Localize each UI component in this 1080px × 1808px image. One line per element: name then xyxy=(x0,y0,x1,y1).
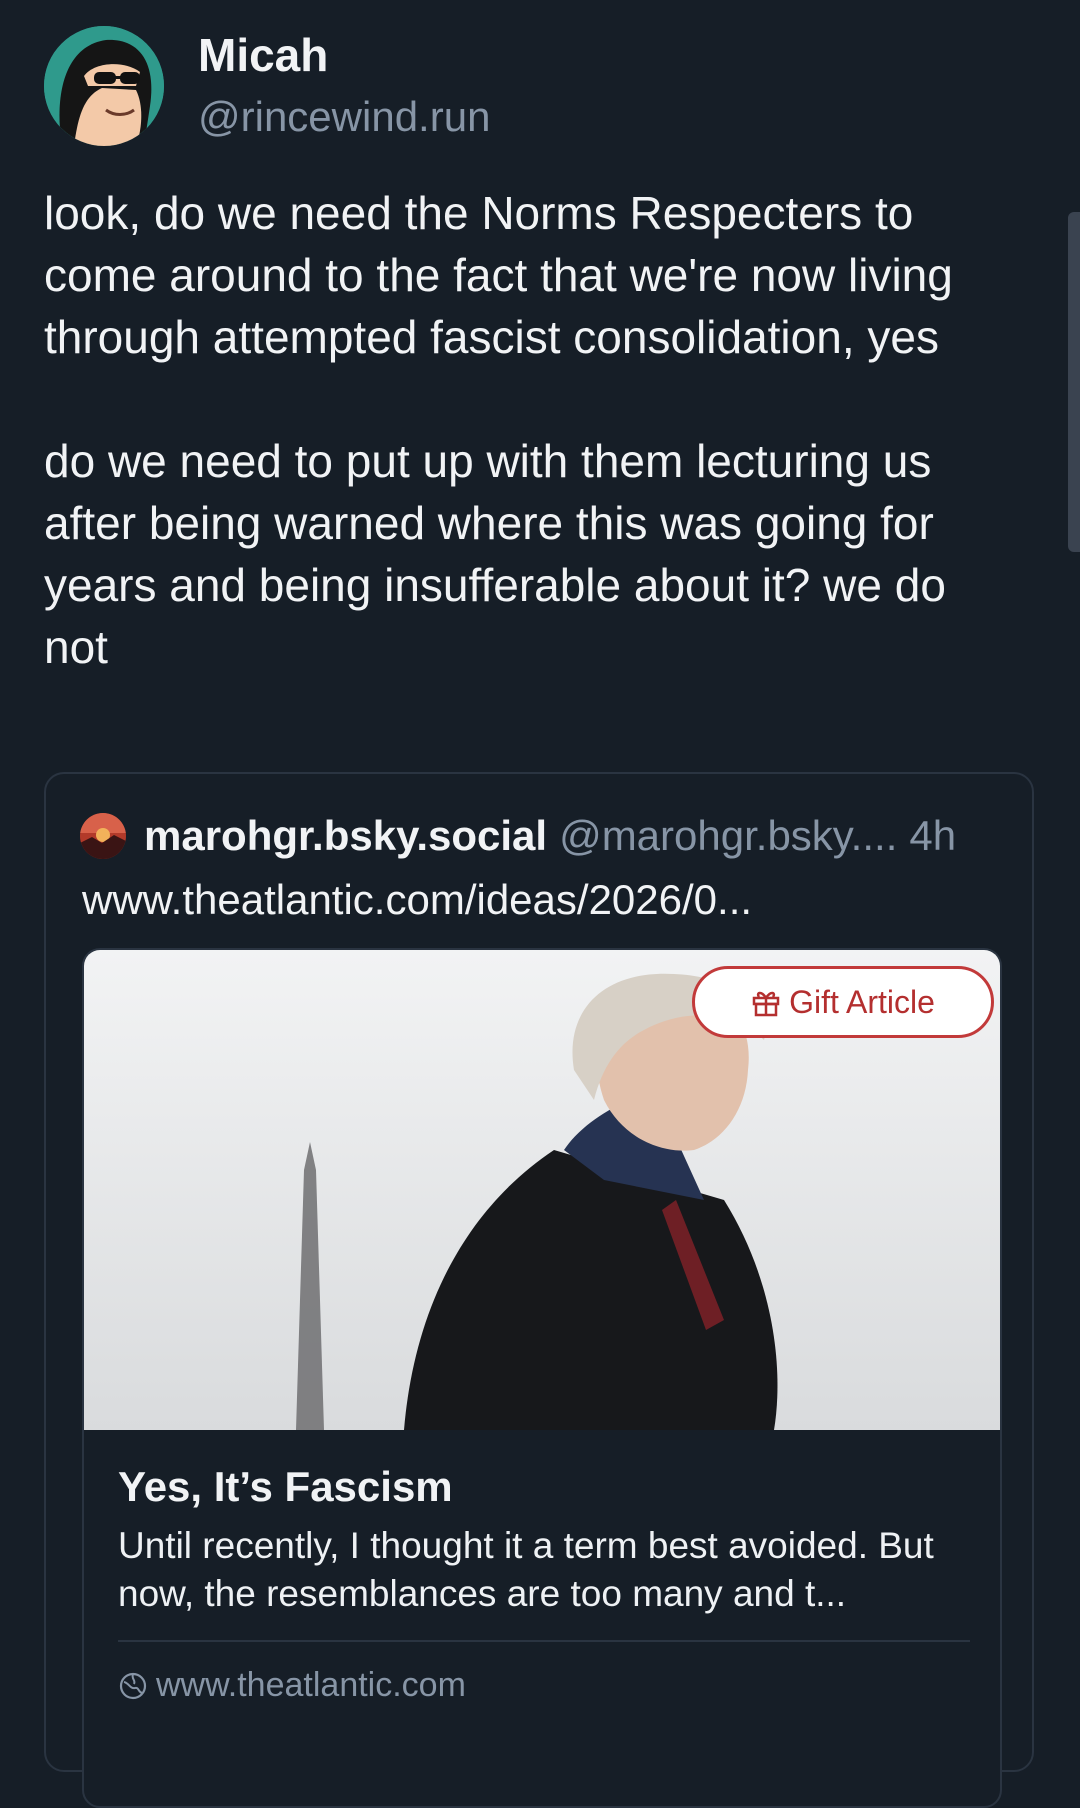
scrollbar[interactable] xyxy=(1068,212,1080,552)
article-description: Until recently, I thought it a term best… xyxy=(118,1525,934,1614)
article-title: Yes, It’s Fascism xyxy=(118,1463,453,1510)
globe-icon xyxy=(119,1672,147,1699)
post-header: Micah @rincewind.run xyxy=(44,26,490,146)
article-domain: www.theatlantic.com xyxy=(118,1666,466,1705)
quoted-author-avatar[interactable] xyxy=(80,813,126,859)
sunset-avatar-icon xyxy=(80,813,126,859)
post-text: look, do we need the Norms Respecters to… xyxy=(44,182,1004,678)
link-preview-card[interactable]: Gift Article Yes, It’s Fascism Until rec… xyxy=(82,948,1002,1808)
quoted-post[interactable]: marohgr.bsky.social @marohgr.bsky.... 4h… xyxy=(44,772,1034,1808)
author-handle[interactable]: @rincewind.run xyxy=(198,89,490,145)
gift-article-label: Gift Article xyxy=(789,983,935,1020)
author-display-name[interactable]: Micah xyxy=(198,27,490,83)
author-avatar[interactable] xyxy=(44,26,164,146)
post-paragraph-1: look, do we need the Norms Respecters to… xyxy=(44,187,953,363)
post-paragraph-2: do we need to put up with them lecturing… xyxy=(44,435,946,673)
quoted-author-name[interactable]: marohgr.bsky.social xyxy=(144,812,547,860)
gift-article-button[interactable]: Gift Article xyxy=(692,966,994,1038)
gift-icon xyxy=(752,991,780,1017)
cartoon-avatar-icon xyxy=(44,26,164,146)
article-domain-label: www.theatlantic.com xyxy=(156,1666,466,1704)
quoted-post-header: marohgr.bsky.social @marohgr.bsky.... 4h xyxy=(80,808,1002,864)
quoted-post-link[interactable]: www.theatlantic.com/ideas/2026/0... xyxy=(82,872,752,928)
card-divider xyxy=(118,1640,970,1642)
quoted-post-time: 4h xyxy=(909,812,957,859)
quoted-author-handle[interactable]: @marohgr.bsky.... xyxy=(559,812,897,860)
